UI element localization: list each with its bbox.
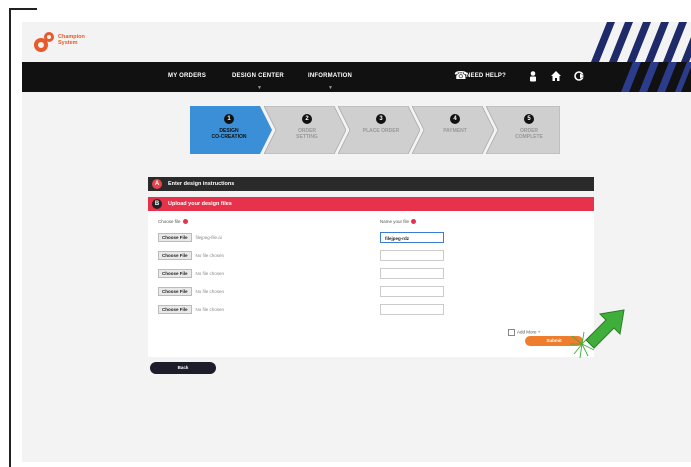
home-icon[interactable] xyxy=(550,70,562,82)
upload-panel: Choose file Name your file Choose File fi… xyxy=(148,211,594,357)
choose-file-button-3[interactable]: Choose File xyxy=(158,269,192,278)
order-progress-steps: 1 DESIGN CO-CREATION 2 ORDER SETTING 3 P… xyxy=(190,106,560,154)
required-icon xyxy=(411,219,417,225)
section-a-label: Enter design instructions xyxy=(168,181,235,187)
navbar-stripes-decoration xyxy=(621,62,691,92)
choose-file-button-5[interactable]: Choose File xyxy=(158,305,192,314)
step-design-co-creation[interactable]: 1 DESIGN CO-CREATION xyxy=(190,106,272,154)
web-page: Champion System MY ORDERS DESIGN CENTER … xyxy=(22,22,691,462)
file-status-2: No file chosen xyxy=(195,253,225,258)
add-more-label: Add More + xyxy=(517,329,541,335)
file-row-4: Choose File No file chosen xyxy=(158,287,224,297)
nav-my-orders[interactable]: MY ORDERS xyxy=(168,73,206,79)
phone-icon: ☎ xyxy=(454,70,468,82)
step-3-line1: PLACE ORDER xyxy=(362,128,400,134)
required-icon xyxy=(182,219,188,225)
step-order-setting[interactable]: 2 ORDER SETTING xyxy=(264,106,346,154)
file-status-4: No file chosen xyxy=(195,289,225,294)
champion-logo-icon xyxy=(34,32,54,52)
step-payment[interactable]: 4 PAYMENT xyxy=(412,106,494,154)
step-4-line1: PAYMENT xyxy=(443,128,467,134)
brand-line2: System xyxy=(58,40,78,46)
section-b-number: B xyxy=(152,199,162,209)
step-place-order[interactable]: 3 PLACE ORDER xyxy=(338,106,420,154)
file-row-1: Choose File filejpeg-file.ai xyxy=(158,233,222,243)
frame-left-border xyxy=(9,8,11,467)
main-navbar: MY ORDERS DESIGN CENTER ▼ INFORMATION ▼ … xyxy=(22,62,691,92)
name-file-label-text: Name your file xyxy=(380,219,410,224)
add-more-checkbox[interactable] xyxy=(508,329,515,336)
file-status-1: filejpeg-file.ai xyxy=(195,235,222,240)
choose-file-button-1[interactable]: Choose File xyxy=(158,233,192,242)
step-3-label: PLACE ORDER xyxy=(351,128,411,134)
frame-top-border xyxy=(9,8,37,10)
add-more-link[interactable]: Add More + xyxy=(508,329,540,336)
file-name-input-1[interactable]: filejpeg-rdz xyxy=(380,232,444,243)
file-name-input-4[interactable] xyxy=(380,286,444,297)
step-2-number: 2 xyxy=(302,114,312,124)
nav-design-center[interactable]: DESIGN CENTER xyxy=(232,73,284,79)
header-stripes-decoration xyxy=(591,22,691,62)
step-4-label: PAYMENT xyxy=(425,128,485,134)
step-order-complete[interactable]: 5 ORDER COMPLETE xyxy=(486,106,560,154)
choose-file-button-4[interactable]: Choose File xyxy=(158,287,192,296)
step-5-line2: COMPLETE xyxy=(515,134,543,140)
step-3-number: 3 xyxy=(376,114,386,124)
nav-design-center-caret: ▼ xyxy=(257,85,262,91)
file-name-input-5[interactable] xyxy=(380,304,444,315)
brand-logo[interactable]: Champion System xyxy=(32,30,112,56)
step-1-number: 1 xyxy=(224,114,234,124)
nav-information-caret: ▼ xyxy=(328,85,333,91)
file-status-3: No file chosen xyxy=(195,271,225,276)
section-b-label: Upload your design files xyxy=(168,201,232,207)
step-2-label: ORDER SETTING xyxy=(277,128,337,140)
logout-icon[interactable] xyxy=(573,70,585,82)
step-1-line2: CO-CREATION xyxy=(211,134,247,140)
file-row-3: Choose File No file chosen xyxy=(158,269,224,279)
section-upload-files[interactable]: B Upload your design files xyxy=(148,197,594,211)
nav-information[interactable]: INFORMATION xyxy=(308,73,352,79)
step-2-line2: SETTING xyxy=(296,134,318,140)
section-enter-instructions[interactable]: A Enter design instructions xyxy=(148,177,594,191)
choose-file-button-2[interactable]: Choose File xyxy=(158,251,192,260)
file-name-input-2[interactable] xyxy=(380,250,444,261)
step-4-number: 4 xyxy=(450,114,460,124)
file-row-5: Choose File No file chosen xyxy=(158,305,224,315)
file-row-2: Choose File No file chosen xyxy=(158,251,224,261)
step-5-label: ORDER COMPLETE xyxy=(499,128,559,140)
choose-file-label-text: Choose file xyxy=(158,219,181,224)
name-file-label: Name your file xyxy=(380,219,417,225)
nav-need-help[interactable]: NEED HELP? xyxy=(466,73,506,79)
step-5-number: 5 xyxy=(524,114,534,124)
step-1-label: DESIGN CO-CREATION xyxy=(199,128,259,140)
section-a-number: A xyxy=(152,179,162,189)
file-status-5: No file chosen xyxy=(195,307,225,312)
user-icon[interactable] xyxy=(527,70,539,82)
file-name-input-3[interactable] xyxy=(380,268,444,279)
back-button[interactable]: Back xyxy=(150,362,216,374)
brand-name: Champion System xyxy=(58,34,85,46)
choose-file-label: Choose file xyxy=(158,219,188,225)
green-arrow-cursor-icon xyxy=(570,309,625,359)
header-strip: Champion System xyxy=(22,22,691,62)
